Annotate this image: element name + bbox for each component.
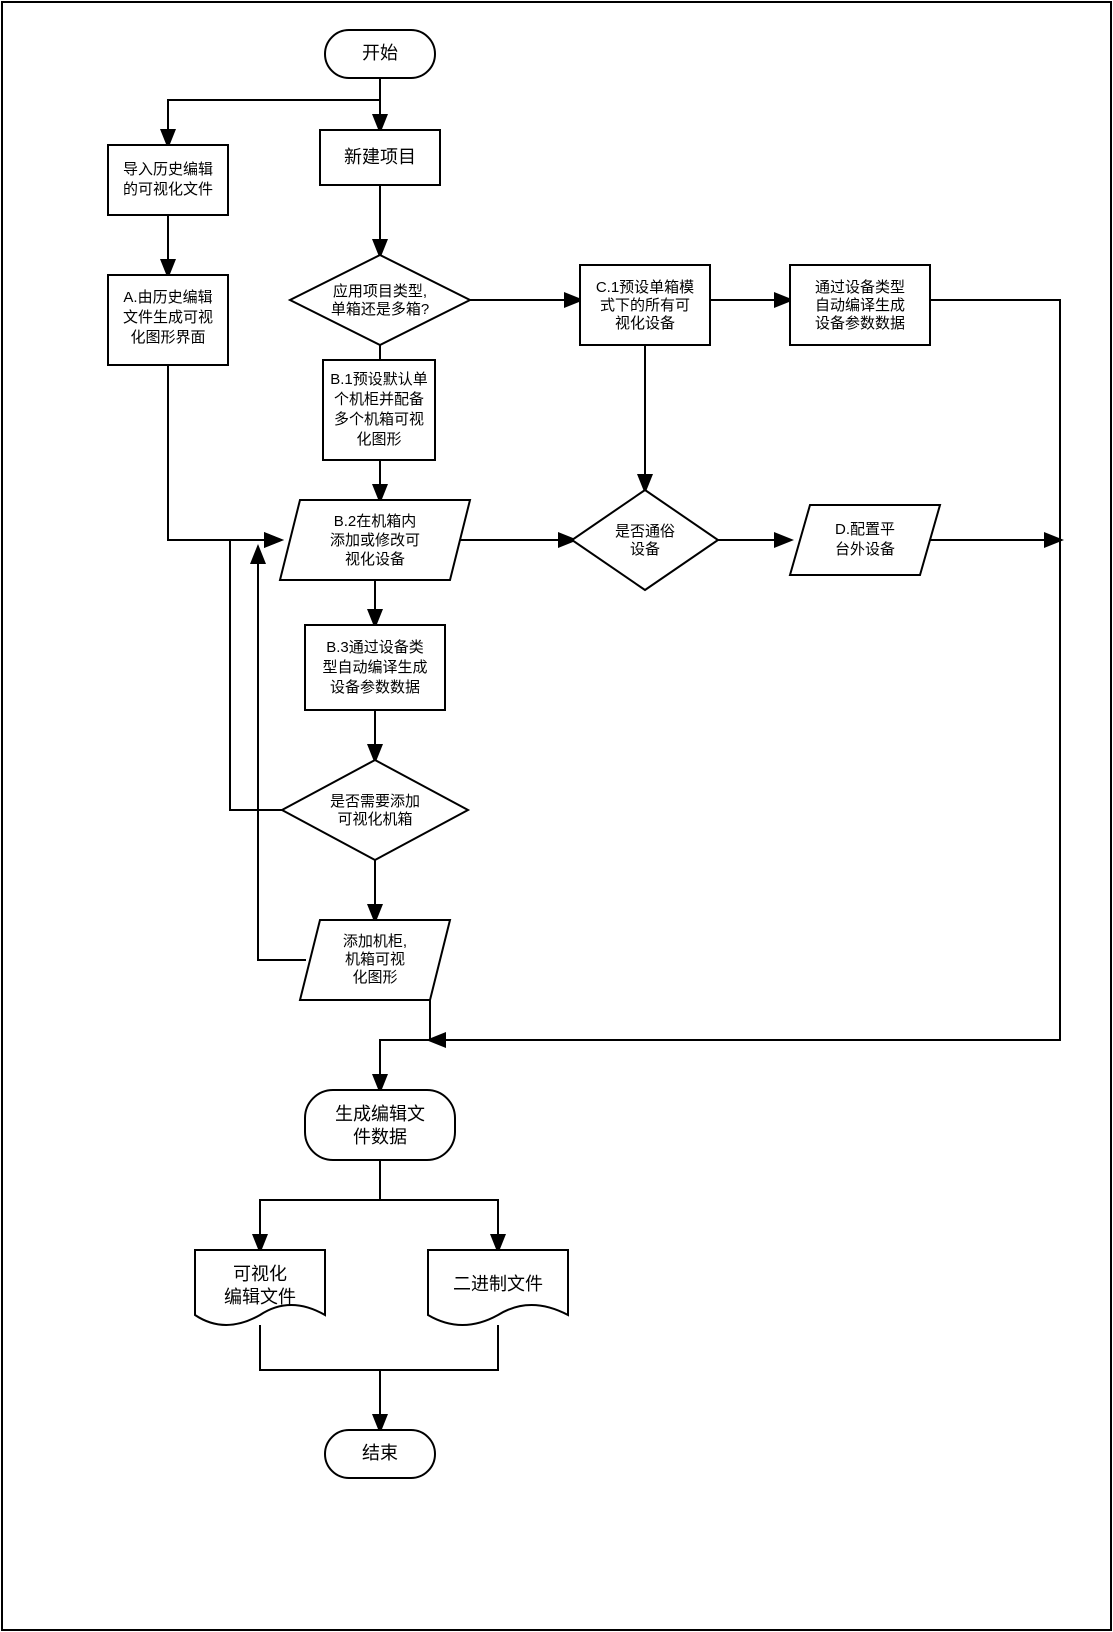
svg-text:B.1预设默认单: B.1预设默认单 xyxy=(330,371,428,388)
svg-text:可视化机箱: 可视化机箱 xyxy=(337,811,412,828)
svg-text:设备: 设备 xyxy=(630,541,660,558)
svg-text:式下的所有可: 式下的所有可 xyxy=(600,297,690,314)
svg-text:是否通俗: 是否通俗 xyxy=(615,523,675,540)
svg-text:D.配置平: D.配置平 xyxy=(835,521,895,538)
terminator-gen-edit-data xyxy=(305,1090,455,1160)
svg-text:编辑文件: 编辑文件 xyxy=(224,1287,296,1307)
start-label: 开始 xyxy=(362,43,398,63)
binary-file-label: 二进制文件 xyxy=(453,1274,543,1294)
svg-text:应用项目类型,: 应用项目类型, xyxy=(333,282,427,300)
svg-text:设备参数数据: 设备参数数据 xyxy=(815,315,905,332)
svg-text:可视化: 可视化 xyxy=(233,1264,287,1284)
svg-text:多个机箱可视: 多个机箱可视 xyxy=(334,411,424,428)
svg-text:件数据: 件数据 xyxy=(353,1127,407,1147)
end-label: 结束 xyxy=(362,1443,398,1463)
svg-text:设备参数数据: 设备参数数据 xyxy=(330,679,420,696)
flowchart: 开始 导入历史编辑 的可视化文件 A.由历史编辑 文件生成可视 化图形界面 新建… xyxy=(0,0,1113,1632)
new-project-label: 新建项目 xyxy=(344,147,416,167)
svg-text:是否需要添加: 是否需要添加 xyxy=(330,793,420,810)
svg-text:单箱还是多箱?: 单箱还是多箱? xyxy=(331,301,429,318)
svg-text:的可视化文件: 的可视化文件 xyxy=(123,181,213,198)
svg-text:生成编辑文: 生成编辑文 xyxy=(335,1104,425,1124)
svg-text:机箱可视: 机箱可视 xyxy=(345,951,405,968)
svg-text:C.1预设单箱模: C.1预设单箱模 xyxy=(596,279,694,296)
svg-text:文件生成可视: 文件生成可视 xyxy=(123,309,213,326)
svg-text:视化设备: 视化设备 xyxy=(615,315,675,332)
svg-text:导入历史编辑: 导入历史编辑 xyxy=(123,161,213,178)
svg-text:B.2在机箱内: B.2在机箱内 xyxy=(334,513,417,530)
svg-text:A.由历史编辑: A.由历史编辑 xyxy=(123,289,212,306)
svg-text:型自动编译生成: 型自动编译生成 xyxy=(322,659,427,676)
svg-text:添加机柜,: 添加机柜, xyxy=(343,933,407,950)
svg-text:添加或修改可: 添加或修改可 xyxy=(330,532,420,549)
svg-text:通过设备类型: 通过设备类型 xyxy=(815,279,905,296)
svg-text:B.3通过设备类: B.3通过设备类 xyxy=(326,639,424,656)
svg-text:台外设备: 台外设备 xyxy=(835,541,895,558)
svg-text:化图形: 化图形 xyxy=(352,969,397,986)
svg-text:个机柜并配备: 个机柜并配备 xyxy=(334,391,424,408)
svg-text:视化设备: 视化设备 xyxy=(345,551,405,568)
svg-text:化图形界面: 化图形界面 xyxy=(130,329,205,346)
svg-text:化图形: 化图形 xyxy=(356,431,401,448)
svg-text:自动编译生成: 自动编译生成 xyxy=(815,297,905,314)
